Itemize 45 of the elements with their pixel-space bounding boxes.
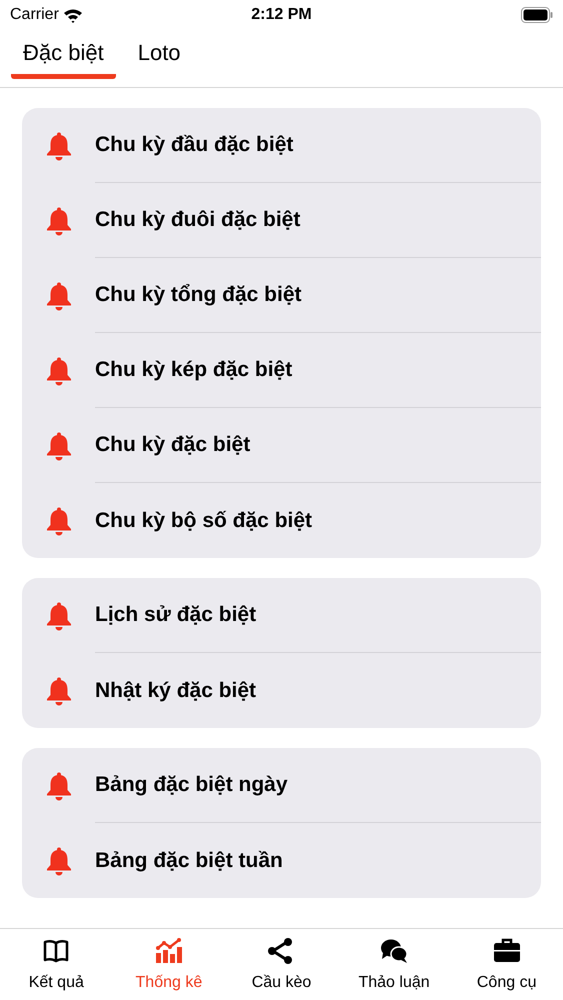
menu-item[interactable]: Bảng đặc biệt tuần xyxy=(22,823,541,898)
bell-icon xyxy=(46,770,72,800)
menu-item-label: Chu kỳ đầu đặc biệt xyxy=(95,132,294,158)
briefcase-icon xyxy=(492,937,521,965)
bell-icon xyxy=(46,676,72,706)
carrier-label: Carrier xyxy=(10,5,59,25)
menu-item[interactable]: Chu kỳ kép đặc biệt xyxy=(22,333,541,408)
menu-item-label: Lịch sử đặc biệt xyxy=(95,602,256,628)
menu-item[interactable]: Lịch sử đặc biệt xyxy=(22,578,541,653)
menu-item[interactable]: Bảng đặc biệt ngày xyxy=(22,748,541,823)
tab-bar-item[interactable]: Kết quả xyxy=(0,929,113,1000)
tab[interactable]: Loto xyxy=(126,36,193,79)
menu-item-label: Chu kỳ đặc biệt xyxy=(95,432,250,458)
battery-icon xyxy=(521,7,553,23)
bell-icon xyxy=(46,506,72,536)
bell-icon xyxy=(46,206,72,236)
status-time: 2:12 PM xyxy=(251,6,312,23)
menu-item-label: Bảng đặc biệt ngày xyxy=(95,772,288,798)
menu-item-label: Chu kỳ đuôi đặc biệt xyxy=(95,207,300,234)
bar-chart-icon xyxy=(154,937,183,965)
tab-bar-item[interactable]: Cầu kèo xyxy=(225,929,338,1000)
book-icon xyxy=(42,937,70,965)
wifi-icon xyxy=(62,8,83,22)
tab-bar-item[interactable]: Thảo luận xyxy=(338,929,450,1000)
menu-item[interactable]: Chu kỳ tổng đặc biệt xyxy=(22,258,541,333)
bell-icon xyxy=(46,846,72,876)
bell-icon xyxy=(46,356,72,386)
tab-bar-item[interactable]: Công cụ xyxy=(450,929,563,1000)
tab-bar-item[interactable]: Thống kê xyxy=(112,929,226,1000)
bell-icon xyxy=(46,130,72,160)
menu-item-label: Chu kỳ kép đặc biệt xyxy=(95,357,292,384)
menu-item[interactable]: Chu kỳ đầu đặc biệt xyxy=(22,108,541,183)
menu-item[interactable]: Nhật ký đặc biệt xyxy=(22,653,541,728)
chat-bubbles-icon xyxy=(380,937,408,965)
menu-item-label: Nhật ký đặc biệt xyxy=(95,678,256,704)
bell-icon xyxy=(46,280,72,310)
tab[interactable]: Đặc biệt xyxy=(11,36,116,79)
bell-icon xyxy=(46,600,72,630)
menu-item[interactable]: Chu kỳ đặc biệt xyxy=(22,408,541,483)
menu-item-label: Chu kỳ tổng đặc biệt xyxy=(95,282,302,308)
menu-item[interactable]: Chu kỳ bộ số đặc biệt xyxy=(22,483,541,558)
bell-icon xyxy=(46,430,72,460)
menu-item-label: Chu kỳ bộ số đặc biệt xyxy=(95,508,312,534)
menu-item-label: Bảng đặc biệt tuần xyxy=(95,848,283,874)
menu-item[interactable]: Chu kỳ đuôi đặc biệt xyxy=(22,183,541,258)
